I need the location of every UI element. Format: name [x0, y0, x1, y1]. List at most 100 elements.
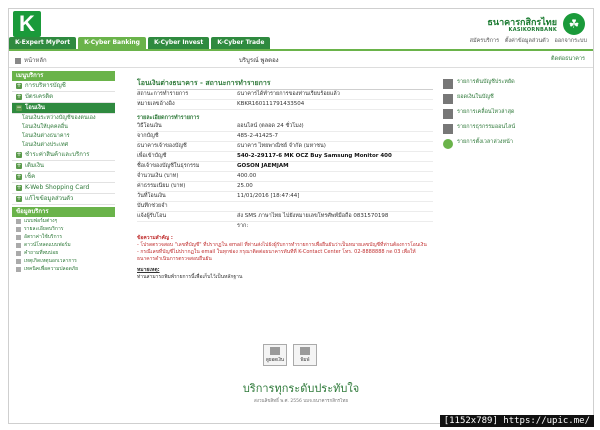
info-link-label: แบบฟอร์มต่างๆ: [24, 218, 58, 224]
signout-link[interactable]: ออกจากระบบ: [555, 38, 587, 44]
print-button[interactable]: พิมพ์: [293, 344, 317, 366]
clock-icon: [443, 139, 453, 149]
sidebar-item-cheque[interactable]: + เช็ค: [12, 172, 115, 183]
row-value: GOSON JAEMJAM: [237, 163, 289, 169]
home-icon: [15, 57, 21, 64]
reference-row: หมายเลขอ้างอิง KBKR160111791433504: [137, 100, 433, 110]
footer-copyright: สงวนลิขสิทธิ์ พ.ศ. 2556 บมจ.ธนาคารกสิกรไ…: [254, 399, 348, 404]
sidebar-item-web-shopping[interactable]: + K-Web Shopping Card: [12, 183, 115, 194]
detail-row: ธนาคารเจ้าของบัญชี ธนาคาร ไทยพาณิชย์ จำกั…: [137, 142, 433, 152]
sidebar-item-edit-profile[interactable]: + แก้ไขข้อมูลส่วนตัว: [12, 194, 115, 205]
tab-k-cyber-banking[interactable]: K-Cyber Banking: [78, 37, 146, 49]
sidebar-item-label: แก้ไขข้อมูลส่วนตัว: [25, 195, 74, 202]
info-link-faq[interactable]: คำถามที่พบบ่อย: [12, 249, 115, 257]
row-label: จากบัญชี: [137, 133, 159, 139]
sidebar-item-label: K-Web Shopping Card: [25, 184, 90, 191]
sidebar-item-bill-payment[interactable]: + ชำระค่าสินค้าและบริการ: [12, 150, 115, 161]
detail-row: เพื่อเข้าบัญชี 540-2-29117-6 MK OCZ Buy S…: [137, 152, 433, 162]
quick-link-recent[interactable]: รายการเคลื่อนไหวล่าสุด: [443, 109, 553, 119]
status-row: สถานะการทำรายการ ธนาคารได้ทำรายการของท่าน…: [137, 90, 433, 100]
detail-row: วิธีโอนเงิน ออนไลน์ (ตลอด 24 ชั่วโมง): [137, 122, 433, 132]
home-link[interactable]: หน้าหลัก: [15, 55, 47, 65]
detail-row: แจ้งผู้รับโอน ส่ง SMS ภาษาไทย ไปยังหมายเล…: [137, 212, 433, 222]
row-label: ค่าธรรมเนียม (บาท): [137, 183, 186, 189]
kasikorn-logo[interactable]: K: [13, 11, 41, 37]
remark-title: หมายเหตุ:: [137, 267, 160, 273]
tab-k-cyber-trade[interactable]: K-Cyber Trade: [211, 37, 271, 49]
page-title: โอนเงินต่างธนาคาร - สถานะการทำรายการ: [137, 77, 433, 90]
sidebar-subitem-own-transfer[interactable]: โอนเงินระหว่างบัญชีของตนเอง: [12, 114, 115, 123]
detail-row: วันที่โอนเงิน 11/01/2016 [18:47:44]: [137, 192, 433, 202]
info-link-download[interactable]: ดาวน์โหลดแบบฟอร์ม: [12, 241, 115, 249]
button-label: พิมพ์: [300, 358, 310, 363]
row-label: [137, 222, 237, 231]
remark-text: ท่านสามารถพิมพ์รายการนี้เพื่อเก็บไว้เป็น…: [137, 274, 243, 280]
row-label: เพื่อเข้าบัญชี: [137, 153, 167, 159]
expand-icon: +: [16, 195, 22, 202]
row-label: ธนาคารเจ้าของบัญชี: [137, 143, 187, 149]
quick-link-online[interactable]: รายการธุรกรรมออนไลน์: [443, 124, 553, 134]
detail-row: ชื่อเจ้าของบัญชีในธุรกรรม GOSON JAEMJAM: [137, 162, 433, 172]
register-link[interactable]: สมัครบริการ: [470, 38, 499, 44]
expand-icon: +: [16, 162, 22, 169]
browser-frame: K KASIKORNTHAI ธนาคารกสิกรไทย KASIKORNBA…: [8, 8, 594, 424]
sidebar-item-label: ชำระค่าสินค้าและบริการ: [25, 151, 90, 158]
sidebar-item-topup[interactable]: + เติมเงิน: [12, 161, 115, 172]
row-label: หมายเลขอ้างอิง: [137, 101, 175, 107]
collapse-icon: −: [16, 104, 22, 111]
list-icon: [443, 109, 453, 119]
sidebar-subitem-third-party[interactable]: โอนเงินให้บุคคลอื่น: [12, 123, 115, 132]
row-label: วิธีโอนเงิน: [137, 123, 162, 129]
info-link-fees[interactable]: อัตราค่าใช้บริการ: [12, 233, 115, 241]
tab-k-cyber-invest[interactable]: K-Cyber Invest: [147, 37, 210, 49]
top-links: สมัครบริการ ตั้งค่าข้อมูลส่วนตัว ออกจากร…: [466, 37, 587, 45]
action-buttons: ดูยอดเงิน พิมพ์: [263, 344, 323, 366]
row-value: 485-2-41425-7: [237, 133, 278, 139]
section-label: รายละเอียดการทำรายการ: [137, 115, 200, 121]
printer-icon: [300, 347, 310, 355]
quick-link-label: ยอดเงินในบัญชี: [457, 94, 494, 100]
row-label: วันที่โอนเงิน: [137, 193, 166, 199]
note-line: - กรณีเลขที่บัญชีไม่ปรากฏใน email ในทุกช…: [137, 249, 416, 262]
sidebar-item-label: บัตรเครดิต: [25, 93, 54, 100]
info-link-forms[interactable]: แบบฟอร์มต่างๆ: [12, 217, 115, 225]
row-label: ชื่อเจ้าของบัญชีในธุรกรรม: [137, 163, 200, 169]
quick-link-balance[interactable]: ยอดเงินในบัญชี: [443, 94, 553, 104]
sidebar-subitem-other-bank[interactable]: โอนเงินต่างธนาคาร: [12, 132, 115, 141]
quick-link-scheduled[interactable]: รายการตั้งเวลาล่วงหน้า: [443, 139, 553, 149]
sidebar-subitem-overseas[interactable]: โอนเงินต่างประเทศ: [12, 141, 115, 150]
row-value: ธนาคาร ไทยพาณิชย์ จำกัด (มหาชน): [237, 143, 326, 149]
sidebar-item-account-management[interactable]: + การบริหารบัญชี: [12, 81, 115, 92]
sidebar-item-credit-card[interactable]: + บัตรเครดิต: [12, 92, 115, 103]
sidebar-item-label: การบริหารบัญชี: [25, 82, 66, 89]
info-link-after-hours[interactable]: เหตุเกิดเหตุนอกเวลาการ: [12, 257, 115, 265]
info-link-label: ดาวน์โหลดแบบฟอร์ม: [24, 242, 71, 248]
row-value: KBKR160111791433504: [237, 101, 305, 107]
remark: หมายเหตุ: ท่านสามารถพิมพ์รายการนี้เพื่อเ…: [137, 267, 433, 281]
view-balance-button[interactable]: ดูยอดเงิน: [263, 344, 287, 366]
tab-k-expert-myport[interactable]: K-Expert MyPort: [9, 37, 77, 49]
note-line: - โปรดตรวจสอบ "เลขที่บัญชี" ที่ปรากฏใน e…: [137, 242, 427, 248]
sidebar-item-transfer[interactable]: − โอนเงิน: [12, 103, 115, 114]
fee-icon: [16, 234, 21, 240]
expand-icon: +: [16, 93, 22, 100]
row-value: ธนาคารได้ทำรายการของท่านเรียบร้อยแล้ว: [237, 91, 340, 97]
bank-emblem-icon: ☘: [563, 13, 585, 35]
row-value: 540-2-29117-6 MK OCZ Buy Samsung Monitor…: [237, 153, 392, 159]
info-link-label: คำถามที่พบบ่อย: [24, 250, 59, 256]
info-link-security[interactable]: เทคนิคเพื่อความปลอดภัย: [12, 265, 115, 273]
product-tabs: K-Expert MyPort K-Cyber Banking K-Cyber …: [9, 37, 272, 49]
sidebar: เมนูบริการ + การบริหารบัญชี + บัตรเครดิต −…: [12, 71, 115, 329]
contact-bank-link[interactable]: ติดต่อธนาคาร: [551, 55, 585, 63]
quick-link-savings[interactable]: รายการต้นบัญชีประหยัด: [443, 79, 553, 89]
info-link-service-details[interactable]: รายละเอียดบริการ: [12, 225, 115, 233]
row-label: แจ้งผู้รับโอน: [137, 213, 167, 219]
settings-link[interactable]: ตั้งค่าข้อมูลส่วนตัว: [505, 38, 549, 44]
detail-row: ค่าธรรมเนียม (บาท) 25.00: [137, 182, 433, 192]
info-link-label: อัตราค่าใช้บริการ: [24, 234, 63, 240]
document-icon: [443, 124, 453, 134]
question-icon: [16, 250, 21, 256]
clock-icon: [16, 258, 21, 264]
row-value: 11/01/2016 [18:47:44]: [237, 193, 300, 199]
row-value: ราก:: [237, 223, 249, 229]
